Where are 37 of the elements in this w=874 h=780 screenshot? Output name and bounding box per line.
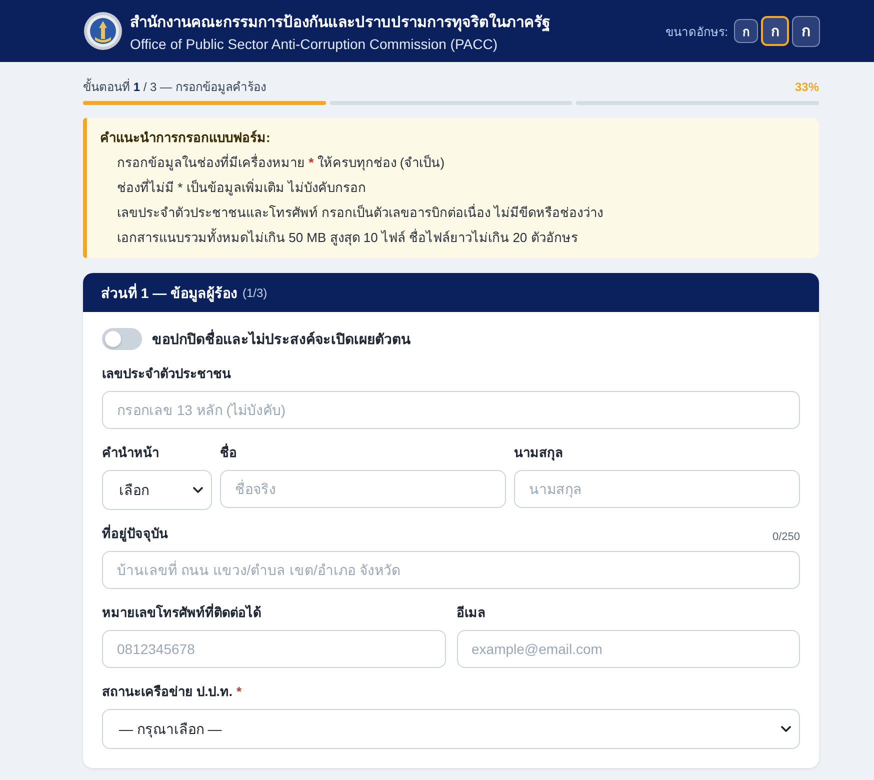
- chevron-down-icon: [193, 487, 203, 493]
- field-label: หมายเลขโทรศัพท์ที่ติดต่อได้: [102, 604, 261, 622]
- text-input[interactable]: 0812345678: [102, 630, 446, 668]
- field-label: ที่อยู่ปัจจุบัน: [102, 525, 168, 543]
- font-size-label: ขนาดอักษร:: [666, 24, 728, 40]
- instructions-title: คำแนะนำการกรอกแบบฟอร์ม:: [100, 129, 272, 147]
- instruction-text: ช่องที่ไม่มี * เป็นข้อมูลเพิ่มเติม ไม่บังคับกรอก: [116, 178, 367, 198]
- text-input[interactable]: กรอกเลข 13 หลัก (ไม่บังคับ): [102, 391, 800, 429]
- toggle-label: ขอปกปิดชื่อและไม่ประสงค์จะเปิดเผยตัวตน: [152, 328, 411, 349]
- field-label: อีเมล: [456, 604, 486, 622]
- section-title: ส่วนที่ 1 — ข้อมูลผู้ร้อง: [101, 282, 238, 304]
- font-size-button[interactable]: ก: [792, 16, 820, 46]
- character-counter: 0/250: [772, 531, 800, 543]
- dropdown-select[interactable]: — กรุณาเลือก —: [102, 709, 800, 749]
- section-counter: (1/3): [242, 286, 268, 300]
- progress-percent: 33%: [794, 80, 819, 94]
- field-label: นามสกุล: [514, 444, 563, 462]
- instruction-text: เลขประจำตัวประชาชนและโทรศัพท์ กรอกเป็นตัวเลขอารบิกต่อเนื่อง ไม่มีขีดหรือช่องว่าง: [116, 202, 604, 222]
- instruction-text: เอกสารแนบรวมทั้งหมดไม่เกิน 50 MB สูงสุด 10 ไฟล์ ชื่อไฟล์ยาวไม่เกิน 20 ตัวอักษร: [116, 227, 579, 248]
- text-input[interactable]: example@email.com: [456, 630, 800, 668]
- chevron-down-icon: [781, 726, 791, 732]
- anonymous-toggle[interactable]: [102, 328, 142, 350]
- field-label: สถานะเครือข่าย ป.ป.ท. *: [102, 683, 242, 701]
- text-input[interactable]: ชื่อจริง: [220, 470, 506, 508]
- field-label: คำนำหน้า: [102, 444, 159, 462]
- text-input[interactable]: นามสกุล: [514, 470, 800, 508]
- font-size-button[interactable]: ก: [734, 19, 758, 43]
- organization-title-thai: สำนักงานคณะกรรมการป้องกันและปราบปรามการทุจริตในภาครัฐ: [130, 12, 550, 34]
- instruction-text: กรอกข้อมูลในช่องที่มีเครื่องหมาย * ให้ครบทุกช่อง (จำเป็น): [116, 152, 446, 172]
- field-label: เลขประจำตัวประชาชน: [102, 365, 231, 383]
- emblem-icon: [84, 12, 122, 50]
- dropdown-select[interactable]: เลือก: [102, 470, 212, 510]
- field-label: ชื่อ: [220, 444, 237, 462]
- step-indicator: ขั้นตอนที่ 1 / 3 — กรอกข้อมูลคำร้อง: [83, 77, 266, 96]
- text-input[interactable]: บ้านเลขที่ ถนน แขวง/ตำบล เขต/อำเภอ จังหวัด: [102, 551, 800, 589]
- organization-title-english: Office of Public Sector Anti-Corruption Commission (PACC): [130, 36, 498, 52]
- font-size-button[interactable]: ก: [761, 16, 789, 46]
